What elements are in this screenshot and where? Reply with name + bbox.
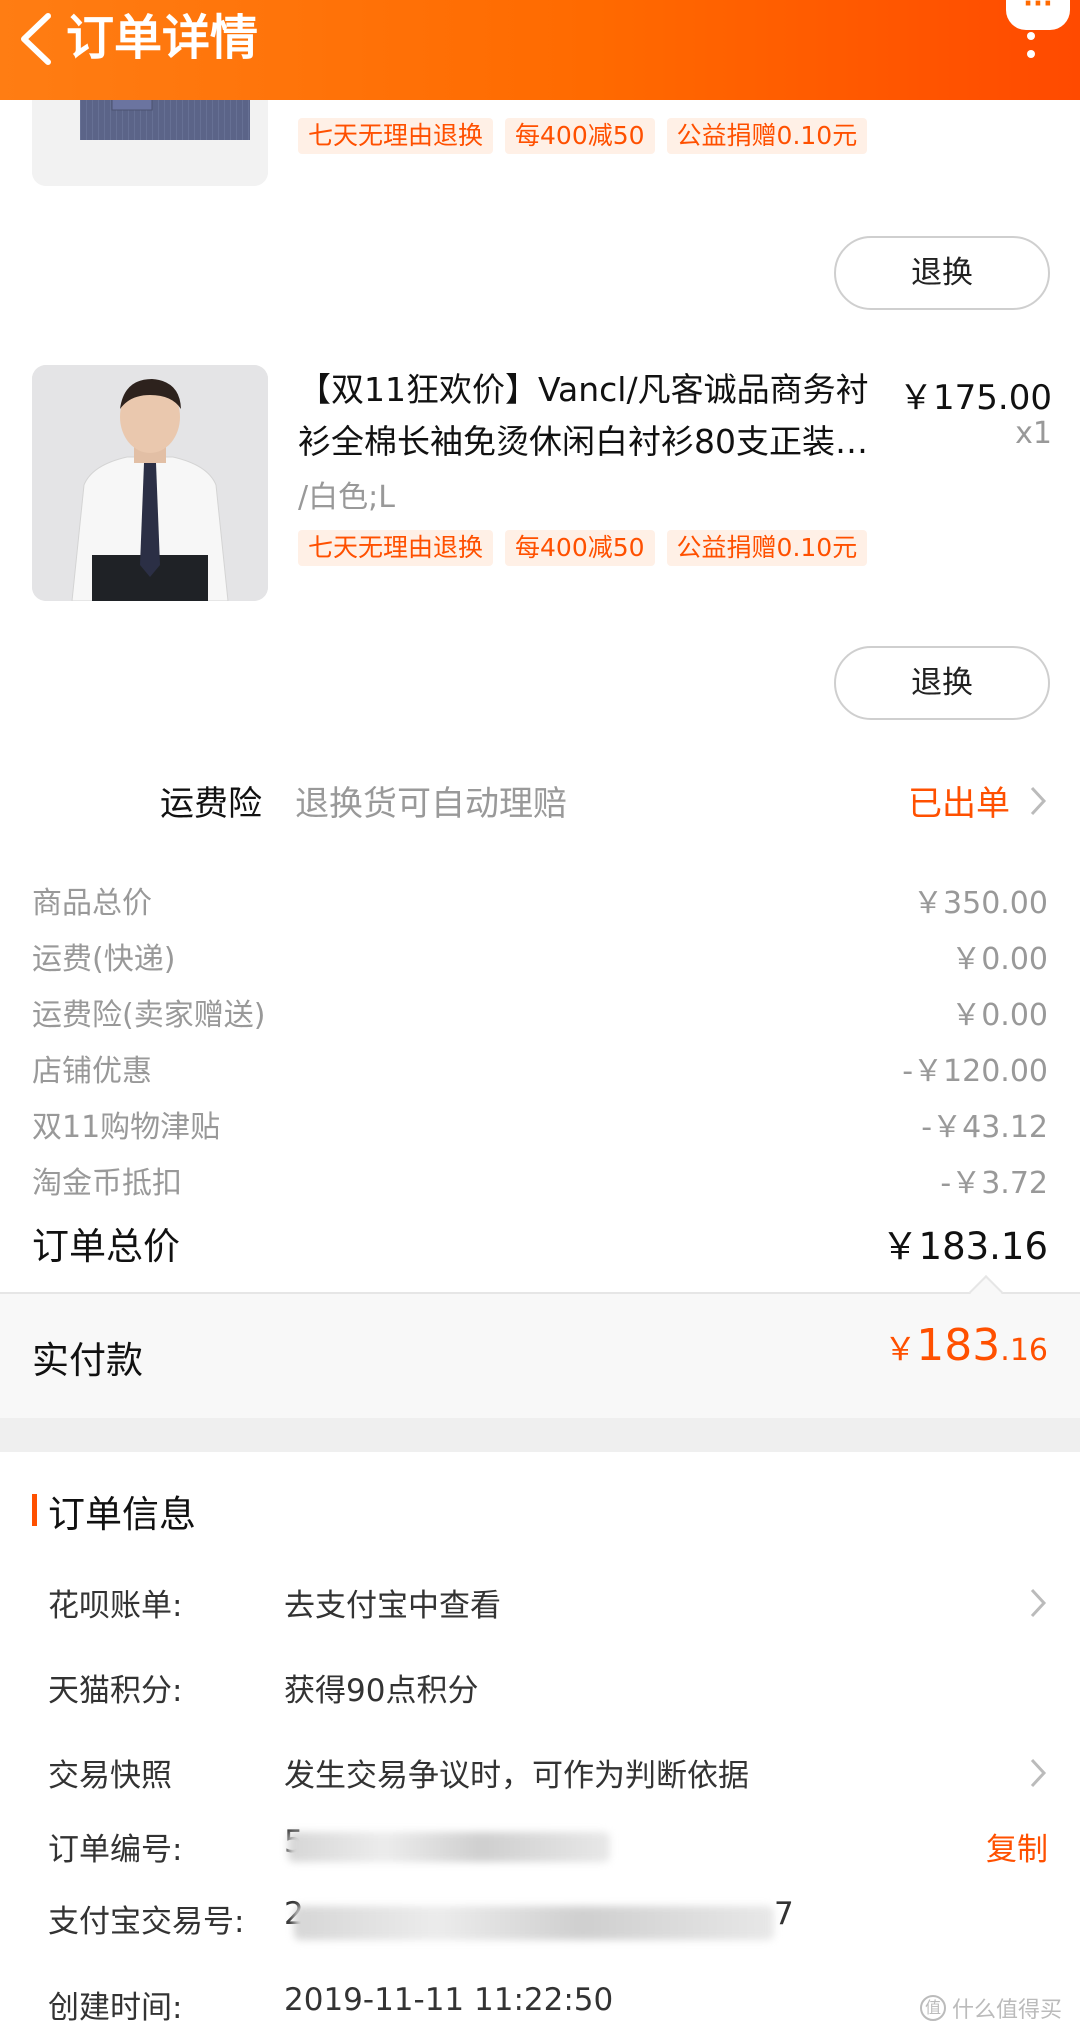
- order-info-title: 订单信息: [48, 1493, 196, 1536]
- watermark-logo-icon: 值: [919, 1995, 946, 2021]
- tag-charity: 公益捐赠0.10元: [666, 118, 868, 154]
- paid-label: 实付款: [32, 1339, 143, 1382]
- insurance-description: 退换货可自动理赔: [295, 784, 567, 824]
- info-value: 2019-11-11 11:22:50: [284, 1982, 614, 2018]
- chevron-right-icon: [1030, 786, 1047, 816]
- info-row-alipay-trade-no: 支付宝交易号: 2 7: [0, 1896, 1080, 1946]
- info-row-huabei[interactable]: 花呗账单: 去支付宝中查看: [0, 1580, 1080, 1630]
- paid-currency: ￥: [884, 1330, 917, 1368]
- summary-label: 双11购物津贴: [32, 1110, 221, 1145]
- paid-integer: 183: [916, 1320, 1001, 1371]
- product-sku: /白色;L: [298, 480, 395, 515]
- summary-label: 店铺优惠: [32, 1054, 152, 1089]
- info-value: 去支付宝中查看: [284, 1588, 501, 1624]
- product-tags: 七天无理由退换 每400减50 公益捐赠0.10元: [298, 530, 868, 566]
- section-accent-bar: [32, 1494, 37, 1526]
- pointer-notch: [969, 1275, 1003, 1309]
- summary-label: 运费险(卖家赠送): [32, 998, 266, 1033]
- more-menu-button[interactable]: ···: [990, 0, 1080, 100]
- info-row-points: 天猫积分: 获得90点积分: [0, 1665, 1080, 1715]
- tag-return-7days: 七天无理由退换: [298, 530, 494, 566]
- redacted-blur: [294, 1906, 774, 1940]
- summary-value: ￥0.00: [951, 998, 1048, 1033]
- product-price: ￥175.00: [899, 378, 1052, 418]
- product-tags: 七天无理由退换 每400减50 公益捐赠0.10元: [298, 118, 868, 154]
- chevron-right-icon: [1030, 1758, 1047, 1788]
- summary-row: 运费(快递) ￥0.00: [0, 934, 1080, 978]
- product-image[interactable]: [32, 365, 268, 601]
- info-label: 订单编号:: [48, 1832, 183, 1868]
- more-vertical-icon: [1027, 32, 1035, 58]
- summary-label: 商品总价: [32, 886, 152, 921]
- summary-value: -￥120.00: [902, 1054, 1048, 1089]
- paid-decimal: .16: [1000, 1333, 1048, 1368]
- paid-amount-block: 实付款 ￥183.16: [0, 1275, 1080, 1418]
- return-button[interactable]: 退换: [834, 236, 1050, 310]
- shipping-insurance-row[interactable]: 运费险 退换货可自动理赔 已出单: [0, 770, 1080, 834]
- tag-charity: 公益捐赠0.10元: [666, 530, 868, 566]
- tag-discount: 每400减50: [505, 118, 655, 154]
- watermark: 值 什么值得买: [919, 1992, 1062, 2024]
- summary-value: ￥350.00: [913, 886, 1048, 921]
- summary-row: 淘金币抵扣 -￥3.72: [0, 1158, 1080, 1202]
- more-dots-badge: ···: [1006, 0, 1070, 30]
- summary-value: -￥43.12: [921, 1110, 1048, 1145]
- chevron-right-icon: [1030, 1588, 1047, 1618]
- info-row-created-time: 创建时间: 2019-11-11 11:22:50: [0, 1982, 1080, 2032]
- summary-row: 运费险(卖家赠送) ￥0.00: [0, 990, 1080, 1034]
- info-label: 天猫积分:: [48, 1673, 183, 1709]
- paid-amount: ￥183.16: [884, 1320, 1048, 1371]
- summary-value: -￥3.72: [940, 1166, 1048, 1201]
- info-row-snapshot[interactable]: 交易快照 发生交易争议时，可作为判断依据: [0, 1750, 1080, 1800]
- summary-row: 双11购物津贴 -￥43.12: [0, 1102, 1080, 1146]
- info-value: 发生交易争议时，可作为判断依据: [284, 1758, 749, 1794]
- return-button[interactable]: 退换: [834, 646, 1050, 720]
- section-divider: [0, 1418, 1080, 1452]
- back-arrow-icon[interactable]: [10, 8, 62, 70]
- insurance-status: 已出单: [908, 784, 1010, 824]
- redacted-blur: [288, 1832, 610, 1862]
- info-label: 交易快照: [48, 1758, 172, 1794]
- model-shirt-image: [32, 365, 268, 601]
- summary-value: ￥0.00: [951, 942, 1048, 977]
- page-title: 订单详情: [66, 10, 259, 66]
- product-quantity: x1: [1015, 416, 1052, 451]
- info-value: 获得90点积分: [284, 1673, 479, 1709]
- tag-discount: 每400减50: [505, 530, 655, 566]
- top-nav-bar: 订单详情 ···: [0, 0, 1080, 100]
- summary-row: 商品总价 ￥350.00: [0, 878, 1080, 922]
- order-total-value: ￥183.16: [881, 1225, 1048, 1268]
- info-row-order-number: 订单编号: 5 复制: [0, 1824, 1080, 1874]
- summary-row: 店铺优惠 -￥120.00: [0, 1046, 1080, 1090]
- product-title[interactable]: 【双11狂欢价】Vancl/凡客诚品商务衬衫全棉长袖免烫休闲白衬衫80支正装…: [298, 364, 898, 468]
- info-label: 花呗账单:: [48, 1588, 183, 1624]
- product-item-2: 【双11狂欢价】Vancl/凡客诚品商务衬衫全棉长袖免烫休闲白衬衫80支正装… …: [0, 360, 1080, 730]
- order-total-label: 订单总价: [32, 1225, 180, 1268]
- tag-return-7days: 七天无理由退换: [298, 118, 494, 154]
- summary-label: 淘金币抵扣: [32, 1166, 182, 1201]
- info-label: 支付宝交易号:: [48, 1904, 245, 1940]
- summary-label: 运费(快递): [32, 942, 176, 977]
- watermark-text: 什么值得买: [951, 1998, 1062, 2023]
- info-label: 创建时间:: [48, 1990, 183, 2026]
- info-value-tail: 7: [774, 1896, 794, 1932]
- insurance-label: 运费险: [160, 784, 262, 824]
- copy-button[interactable]: 复制: [986, 1824, 1048, 1869]
